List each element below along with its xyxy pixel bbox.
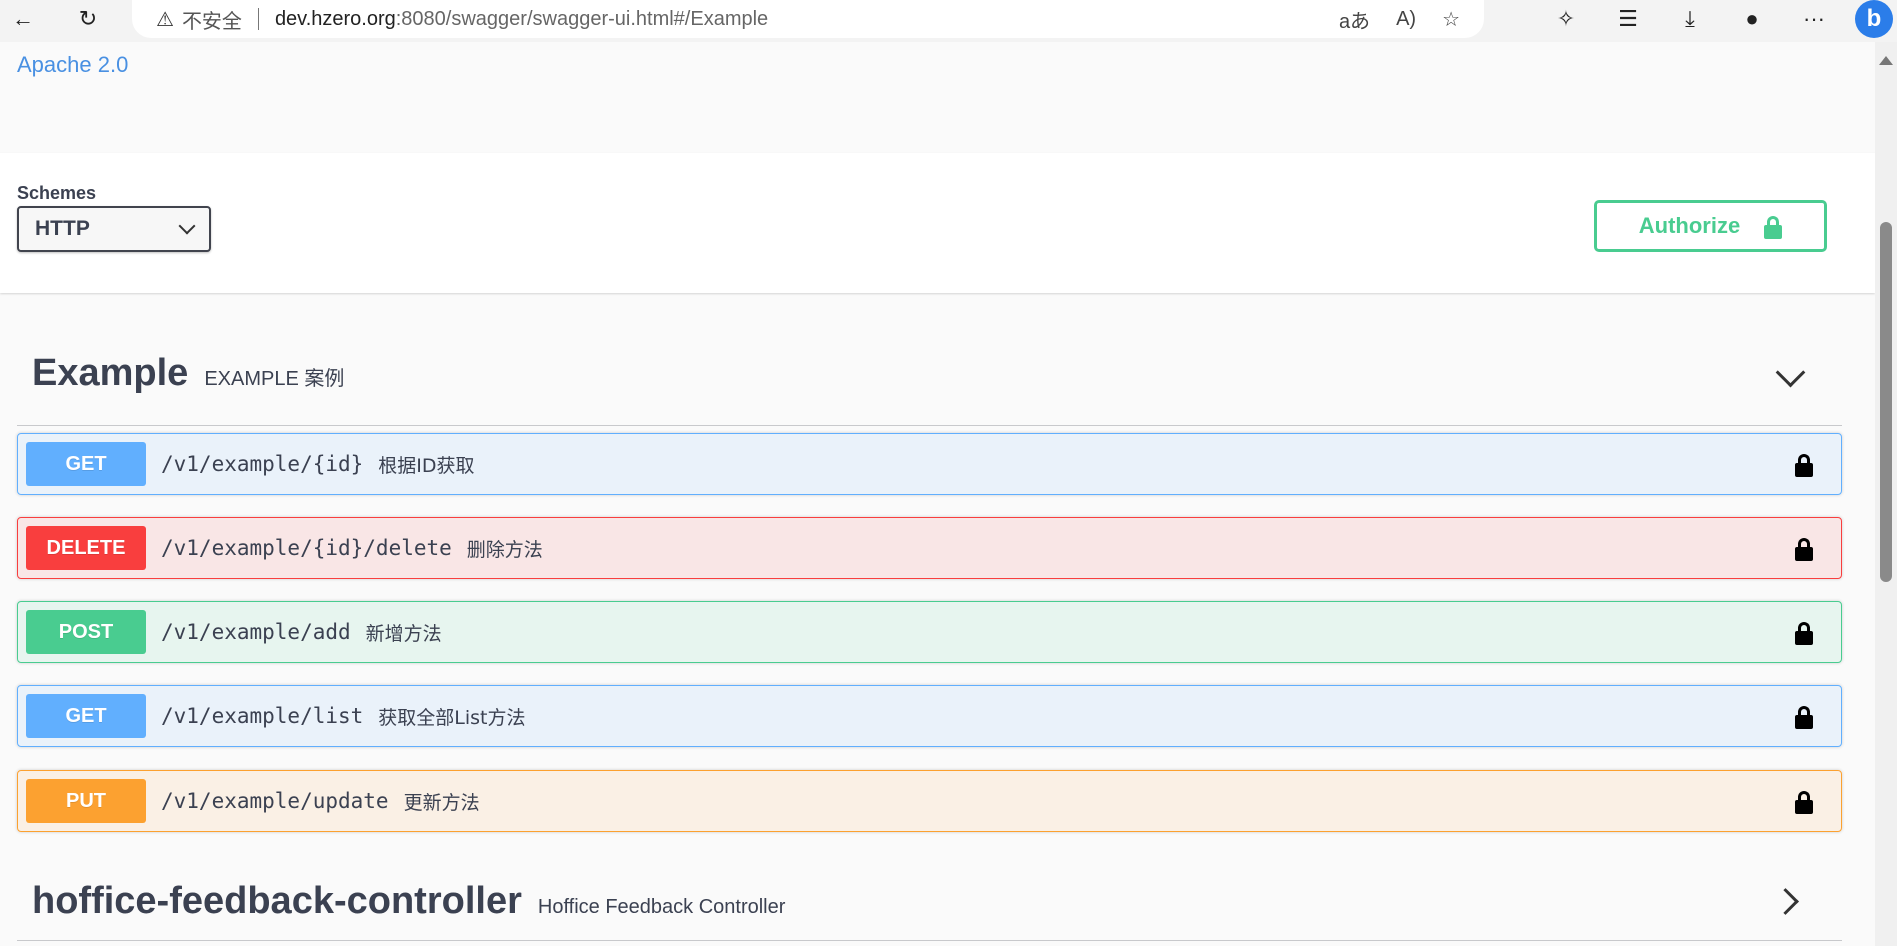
downloads-icon[interactable]: ⤓ bbox=[1675, 4, 1705, 34]
browser-toolbar: ← ↻ ⚠ 不安全 dev.hzero.org:8080/swagger/swa… bbox=[0, 0, 1897, 42]
operation-summary: 根据ID获取 bbox=[378, 454, 475, 477]
swagger-page: Apache 2.0 Schemes HTTP Authorize Exampl… bbox=[0, 42, 1875, 946]
tag-header-example[interactable]: Example EXAMPLE 案例 bbox=[32, 352, 344, 395]
chevron-down-icon bbox=[178, 217, 196, 235]
extensions-icon[interactable]: ✧ bbox=[1551, 4, 1581, 34]
operation-path: /v1/example/add bbox=[161, 620, 351, 644]
vertical-scrollbar[interactable] bbox=[1875, 42, 1897, 946]
security-label[interactable]: 不安全 bbox=[182, 5, 242, 34]
method-badge: POST bbox=[26, 610, 146, 654]
method-badge: GET bbox=[26, 694, 146, 738]
tag-name[interactable]: Example bbox=[32, 352, 188, 395]
method-badge: DELETE bbox=[26, 526, 146, 570]
operation-post-add[interactable]: POST /v1/example/add 新增方法 bbox=[17, 601, 1842, 663]
tag-description: EXAMPLE 案例 bbox=[204, 368, 345, 390]
tag-name[interactable]: hoffice-feedback-controller bbox=[32, 880, 522, 923]
tag-divider bbox=[17, 425, 1842, 426]
tag-divider bbox=[17, 940, 1842, 941]
translate-icon[interactable]: aあ bbox=[1339, 5, 1370, 34]
operation-get-by-id[interactable]: GET /v1/example/{id} 根据ID获取 bbox=[17, 433, 1842, 495]
operation-path: /v1/example/list bbox=[161, 704, 364, 728]
schemes-select[interactable]: HTTP bbox=[17, 206, 211, 252]
tag-description: Hoffice Feedback Controller bbox=[537, 896, 786, 918]
operation-path: /v1/example/update bbox=[161, 789, 389, 813]
operation-put-update[interactable]: PUT /v1/example/update 更新方法 bbox=[17, 770, 1842, 832]
operation-delete[interactable]: DELETE /v1/example/{id}/delete 删除方法 bbox=[17, 517, 1842, 579]
url-path[interactable]: :8080/swagger/swagger-ui.html#/Example bbox=[396, 8, 768, 31]
method-badge: PUT bbox=[26, 779, 146, 823]
profile-icon[interactable]: ● bbox=[1737, 4, 1767, 34]
tag-collapse-chevron-icon[interactable] bbox=[1775, 357, 1806, 388]
schemes-selected-value: HTTP bbox=[35, 217, 90, 240]
lock-icon[interactable] bbox=[1795, 454, 1813, 477]
tag-header-hoffice-feedback[interactable]: hoffice-feedback-controller Hoffice Feed… bbox=[32, 880, 785, 923]
lock-icon bbox=[1764, 216, 1783, 239]
operation-summary: 更新方法 bbox=[403, 791, 480, 814]
authorize-button[interactable]: Authorize bbox=[1594, 200, 1827, 252]
warning-icon[interactable]: ⚠ bbox=[156, 7, 174, 32]
scrollbar-thumb[interactable] bbox=[1880, 222, 1892, 582]
tag-expand-chevron-icon[interactable] bbox=[1772, 888, 1799, 915]
favorites-icon[interactable]: ☰ bbox=[1613, 4, 1643, 34]
url-host[interactable]: dev.hzero.org bbox=[275, 8, 396, 31]
operation-summary: 删除方法 bbox=[466, 538, 543, 561]
address-divider bbox=[257, 8, 259, 30]
back-arrow-icon[interactable]: ← bbox=[8, 4, 38, 34]
lock-icon[interactable] bbox=[1795, 622, 1813, 645]
lock-icon[interactable] bbox=[1795, 538, 1813, 561]
lock-icon[interactable] bbox=[1795, 706, 1813, 729]
operation-get-list[interactable]: GET /v1/example/list 获取全部List方法 bbox=[17, 685, 1842, 747]
more-options-icon[interactable]: ··· bbox=[1799, 4, 1829, 34]
operation-path: /v1/example/{id}/delete bbox=[161, 536, 452, 560]
favorite-star-icon[interactable]: ☆ bbox=[1442, 7, 1460, 32]
authorize-label: Authorize bbox=[1638, 213, 1741, 238]
license-link[interactable]: Apache 2.0 bbox=[17, 52, 128, 78]
read-aloud-icon[interactable]: A) bbox=[1396, 8, 1416, 31]
scroll-up-arrow-icon[interactable] bbox=[1879, 56, 1893, 65]
lock-icon[interactable] bbox=[1795, 791, 1813, 814]
scheme-container: Schemes HTTP Authorize bbox=[0, 153, 1875, 293]
operation-path: /v1/example/{id} bbox=[161, 452, 364, 476]
refresh-icon[interactable]: ↻ bbox=[73, 4, 103, 34]
schemes-label: Schemes bbox=[17, 183, 97, 203]
bing-copilot-icon[interactable]: b bbox=[1855, 0, 1893, 38]
operation-summary: 新增方法 bbox=[365, 622, 442, 645]
operation-summary: 获取全部List方法 bbox=[378, 706, 526, 729]
method-badge: GET bbox=[26, 442, 146, 486]
address-bar[interactable]: ⚠ 不安全 dev.hzero.org:8080/swagger/swagger… bbox=[132, 0, 1484, 38]
